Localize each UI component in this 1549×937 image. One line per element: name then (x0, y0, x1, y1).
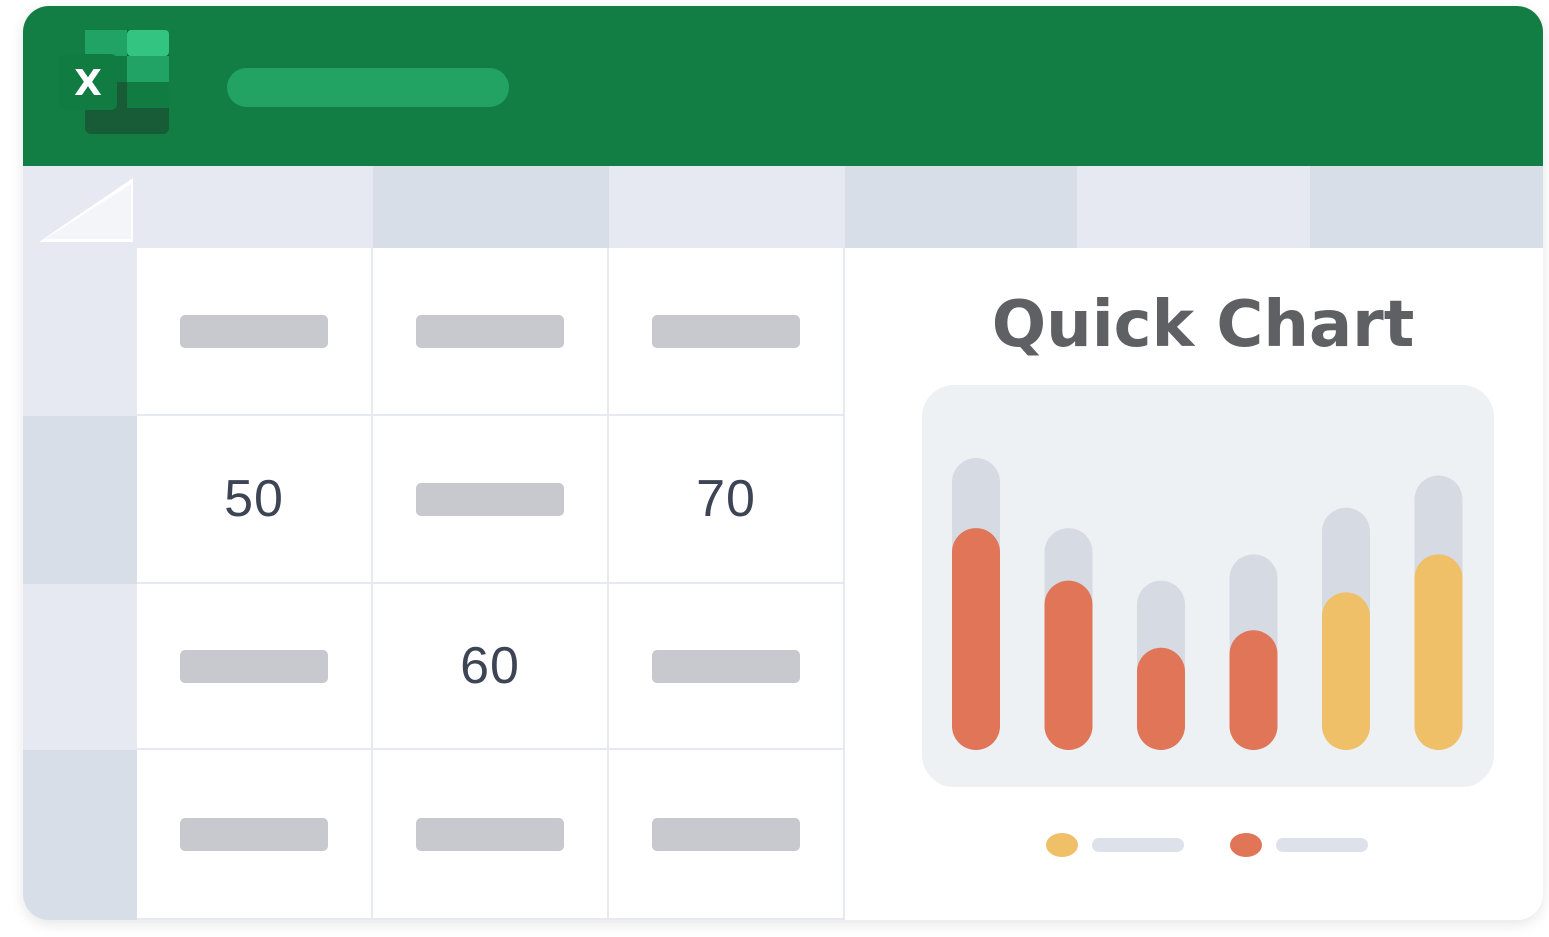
cell-placeholder (180, 314, 328, 348)
grid-cell[interactable]: 70 (609, 416, 845, 584)
cell-placeholder (416, 314, 564, 348)
row-header-2[interactable] (23, 416, 137, 584)
grid-cell[interactable]: 50 (137, 416, 373, 584)
cell-placeholder (416, 482, 564, 516)
document-title-placeholder[interactable] (227, 68, 509, 107)
legend-label-placeholder (1276, 838, 1368, 852)
grid-cell[interactable]: 60 (373, 584, 609, 750)
legend-label-placeholder (1092, 838, 1184, 852)
column-header-e[interactable] (1077, 166, 1310, 248)
chart-bar (1414, 554, 1463, 750)
grid-cell[interactable] (137, 584, 373, 750)
cell-placeholder (416, 817, 564, 851)
logo-letter: X (74, 63, 102, 104)
select-all-corner[interactable] (23, 166, 137, 248)
chart-bar (1137, 647, 1185, 750)
cell-value: 50 (224, 470, 284, 528)
row-header-1[interactable] (23, 248, 137, 416)
column-header-d[interactable] (845, 166, 1077, 248)
cell-value: 70 (696, 470, 756, 528)
spreadsheet-window: X 50 70 60 Quick Chart (23, 6, 1543, 920)
grid-cell[interactable] (373, 750, 609, 920)
grid-cell[interactable] (609, 584, 845, 750)
grid-cell[interactable] (137, 248, 373, 416)
chart-bar (1044, 580, 1093, 750)
chart-area (922, 385, 1494, 857)
chart-bar (1322, 592, 1370, 750)
grid-cell[interactable] (373, 416, 609, 584)
cell-placeholder (180, 817, 328, 851)
cell-placeholder (652, 314, 800, 348)
excel-logo-icon: X (59, 30, 169, 134)
cell-value: 60 (460, 637, 520, 695)
grid-cell[interactable] (609, 248, 845, 416)
select-all-triangle-icon (39, 178, 133, 242)
cell-placeholder (652, 817, 800, 851)
grid-cell[interactable] (609, 750, 845, 920)
row-header-3[interactable] (23, 584, 137, 750)
row-header-4[interactable] (23, 750, 137, 920)
title-bar: X (23, 6, 1543, 166)
grid-cell[interactable] (373, 248, 609, 416)
column-header-row (23, 166, 1543, 248)
grid-cell[interactable] (137, 750, 373, 920)
chart-bar (1229, 630, 1278, 750)
cell-placeholder (652, 649, 800, 683)
column-header-f[interactable] (1310, 166, 1543, 248)
legend-swatch (1230, 833, 1262, 857)
column-header-a[interactable] (137, 166, 373, 248)
quick-chart-panel: Quick Chart (843, 248, 1543, 920)
column-header-c[interactable] (609, 166, 845, 248)
chart-bar (952, 528, 1000, 750)
cell-placeholder (180, 649, 328, 683)
legend-swatch (1046, 833, 1078, 857)
chart-background (922, 385, 1494, 787)
column-header-b[interactable] (373, 166, 609, 248)
